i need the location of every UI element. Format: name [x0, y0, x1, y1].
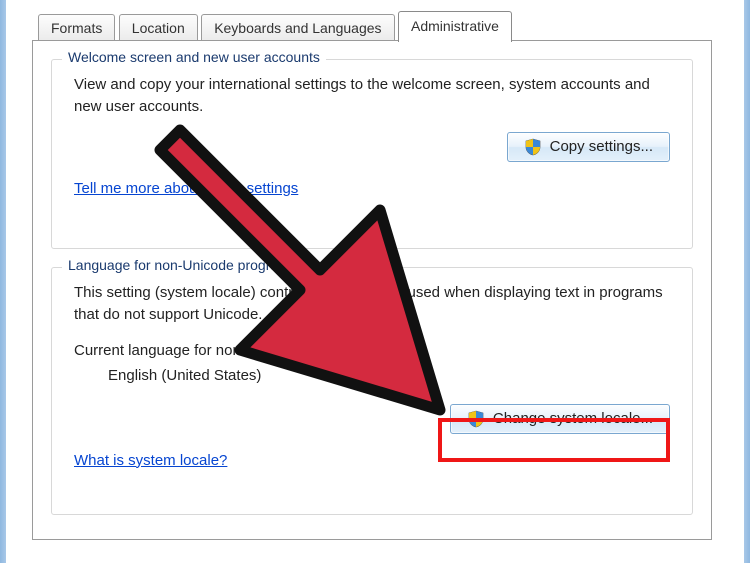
tab-administrative[interactable]: Administrative: [398, 11, 512, 42]
copy-settings-button[interactable]: Copy settings...: [507, 132, 670, 162]
region-language-dialog: Formats Location Keyboards and Languages…: [32, 10, 712, 550]
uac-shield-icon: [467, 410, 485, 428]
group-non-unicode: Language for non-Unicode programs This s…: [51, 267, 693, 515]
window-edge-right: [744, 0, 750, 563]
change-system-locale-label: Change system locale...: [493, 410, 653, 427]
group-welcome-screen: Welcome screen and new user accounts Vie…: [51, 59, 693, 249]
current-language-label: Current language for non-Unicode program…: [74, 342, 670, 359]
non-unicode-description: This setting (system locale) controls th…: [74, 282, 670, 326]
tab-keyboards-languages[interactable]: Keyboards and Languages: [201, 14, 394, 42]
uac-shield-icon: [524, 138, 542, 156]
tab-strip: Formats Location Keyboards and Languages…: [38, 10, 712, 40]
what-is-system-locale-link[interactable]: What is system locale?: [74, 452, 227, 469]
tell-me-more-link[interactable]: Tell me more about these settings: [74, 180, 298, 197]
copy-settings-label: Copy settings...: [550, 138, 653, 155]
group-title-non-unicode: Language for non-Unicode programs: [62, 257, 303, 273]
current-language-value: English (United States): [108, 367, 670, 384]
welcome-description: View and copy your international setting…: [74, 74, 670, 118]
group-title-welcome: Welcome screen and new user accounts: [62, 49, 326, 65]
window-edge-left: [0, 0, 6, 563]
change-system-locale-button[interactable]: Change system locale...: [450, 404, 670, 434]
tab-body-administrative: Welcome screen and new user accounts Vie…: [32, 40, 712, 540]
tab-formats[interactable]: Formats: [38, 14, 115, 42]
tab-location[interactable]: Location: [119, 14, 198, 42]
